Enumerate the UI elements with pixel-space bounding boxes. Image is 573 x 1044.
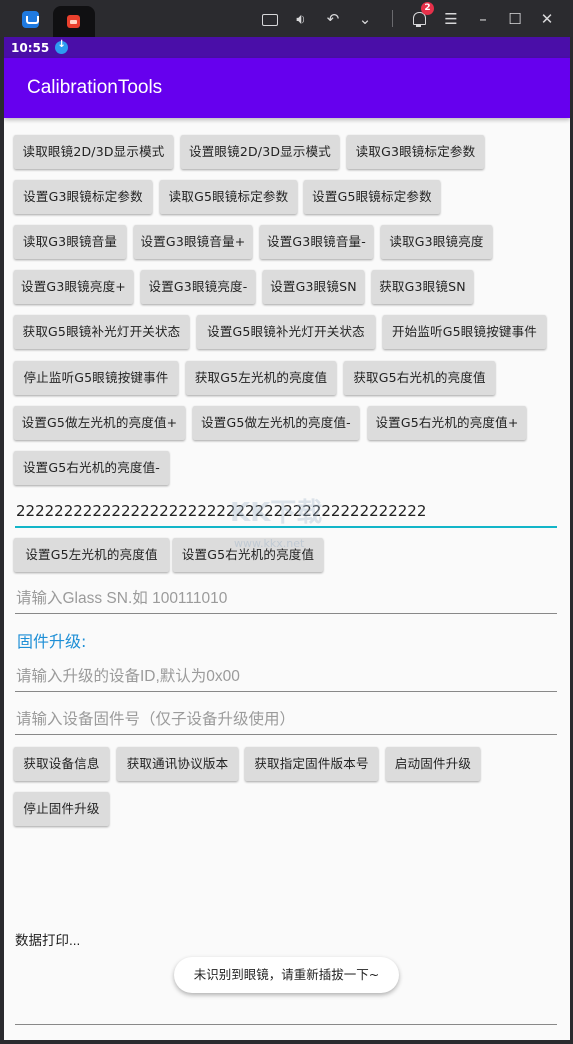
download-icon bbox=[55, 39, 69, 54]
set-g5-left-brightness-up-button[interactable]: 设置G5做左光机的亮度值+ bbox=[14, 406, 185, 440]
get-device-info-button[interactable]: 获取设备信息 bbox=[14, 747, 109, 781]
device-screen: 10:55 CalibrationTools 读取眼镜2D/3D显示模式 设置眼… bbox=[4, 37, 570, 1040]
device-id-input[interactable]: 请输入升级的设备ID,默认为0x00 bbox=[15, 664, 557, 692]
tab-app-icon bbox=[67, 15, 80, 28]
keyboard-icon[interactable] bbox=[259, 8, 281, 30]
set-g3-volume-up-button[interactable]: 设置G3眼镜音量+ bbox=[134, 225, 252, 259]
app-logo-icon[interactable] bbox=[22, 11, 39, 28]
notification-badge: 2 bbox=[421, 2, 434, 15]
menu-icon[interactable]: ☰ bbox=[440, 8, 462, 30]
set-g5-right-brightness-up-button[interactable]: 设置G5右光机的亮度值+ bbox=[368, 406, 526, 440]
set-g5-right-brightness-down-button[interactable]: 设置G5右光机的亮度值- bbox=[14, 451, 169, 485]
set-g3-sn-button[interactable]: 设置G3眼镜SN bbox=[263, 270, 364, 304]
set-g5-left-brightness-down-button[interactable]: 设置G5做左光机的亮度值- bbox=[193, 406, 359, 440]
glass-sn-placeholder: 请输入Glass SN.如 100111010 bbox=[16, 590, 228, 607]
window-titlebar: 🔉︎ ↶ ⌄ 2 ☰ – ☐ ✕ bbox=[0, 0, 573, 37]
start-g5-key-listen-button[interactable]: 开始监听G5眼镜按键事件 bbox=[383, 315, 546, 349]
toast-message: 未识别到眼镜，请重新插拔一下~ bbox=[174, 957, 399, 993]
log-divider bbox=[15, 1024, 557, 1025]
read-g3-brightness-button[interactable]: 读取G3眼镜亮度 bbox=[381, 225, 492, 259]
stop-g5-key-listen-button[interactable]: 停止监听G5眼镜按键事件 bbox=[14, 361, 178, 395]
minimize-icon[interactable]: – bbox=[472, 8, 494, 30]
get-firmware-version-button[interactable]: 获取指定固件版本号 bbox=[245, 747, 378, 781]
status-bar: 10:55 bbox=[4, 37, 570, 58]
close-icon[interactable]: ✕ bbox=[536, 8, 558, 30]
app-title: CalibrationTools bbox=[27, 77, 163, 98]
set-g5-calib-button[interactable]: 设置G5眼镜标定参数 bbox=[304, 180, 440, 214]
get-g5-fill-light-button[interactable]: 获取G5眼镜补光灯开关状态 bbox=[14, 315, 189, 349]
tab-calibration[interactable] bbox=[53, 6, 95, 37]
get-g5-right-brightness-button[interactable]: 获取G5右光机的亮度值 bbox=[344, 361, 495, 395]
status-time: 10:55 bbox=[11, 40, 50, 55]
firmware-section-title: 固件升级: bbox=[17, 632, 87, 651]
set-2d3d-mode-button[interactable]: 设置眼镜2D/3D显示模式 bbox=[181, 135, 339, 169]
set-g3-brightness-down-button[interactable]: 设置G3眼镜亮度- bbox=[141, 270, 255, 304]
log-label: 数据打印... bbox=[15, 933, 81, 948]
read-g3-calib-button[interactable]: 读取G3眼镜标定参数 bbox=[347, 135, 484, 169]
titlebar-divider bbox=[392, 10, 393, 27]
read-2d3d-mode-button[interactable]: 读取眼镜2D/3D显示模式 bbox=[14, 135, 173, 169]
set-g5-left-brightness-button[interactable]: 设置G5左光机的亮度值 bbox=[14, 538, 169, 572]
firmware-number-input[interactable]: 请输入设备固件号（仅子设备升级使用） bbox=[15, 707, 557, 735]
get-g3-sn-button[interactable]: 获取G3眼镜SN bbox=[372, 270, 473, 304]
firmware-number-placeholder: 请输入设备固件号（仅子设备升级使用） bbox=[16, 711, 296, 728]
read-g3-volume-button[interactable]: 读取G3眼镜音量 bbox=[14, 225, 126, 259]
start-firmware-upgrade-button[interactable]: 启动固件升级 bbox=[386, 747, 480, 781]
undo-icon[interactable]: ↶ bbox=[322, 8, 344, 30]
device-id-placeholder: 请输入升级的设备ID,默认为0x00 bbox=[16, 668, 240, 685]
get-g5-left-brightness-button[interactable]: 获取G5左光机的亮度值 bbox=[186, 361, 336, 395]
stop-firmware-upgrade-button[interactable]: 停止固件升级 bbox=[14, 792, 109, 826]
set-g3-calib-button[interactable]: 设置G3眼镜标定参数 bbox=[14, 180, 152, 214]
watermark-logo: KK下载 bbox=[230, 498, 323, 528]
volume-icon[interactable]: 🔉︎ bbox=[290, 8, 312, 30]
chevron-down-icon[interactable]: ⌄ bbox=[354, 8, 376, 30]
read-g5-calib-button[interactable]: 读取G5眼镜标定参数 bbox=[160, 180, 297, 214]
maximize-icon[interactable]: ☐ bbox=[504, 8, 526, 30]
glass-sn-input[interactable]: 请输入Glass SN.如 100111010 bbox=[15, 586, 557, 614]
set-g5-fill-light-button[interactable]: 设置G5眼镜补光灯开关状态 bbox=[197, 315, 375, 349]
window-bottom-edge bbox=[0, 1040, 573, 1044]
set-g3-brightness-up-button[interactable]: 设置G3眼镜亮度+ bbox=[14, 270, 133, 304]
set-g3-volume-down-button[interactable]: 设置G3眼镜音量- bbox=[260, 225, 373, 259]
get-protocol-version-button[interactable]: 获取通讯协议版本 bbox=[117, 747, 238, 781]
brightness-value-text: 2222222222222222222222222222222222222222… bbox=[16, 502, 427, 520]
app-bar: CalibrationTools bbox=[4, 58, 570, 118]
watermark-url: www.kkx.net bbox=[234, 537, 305, 550]
